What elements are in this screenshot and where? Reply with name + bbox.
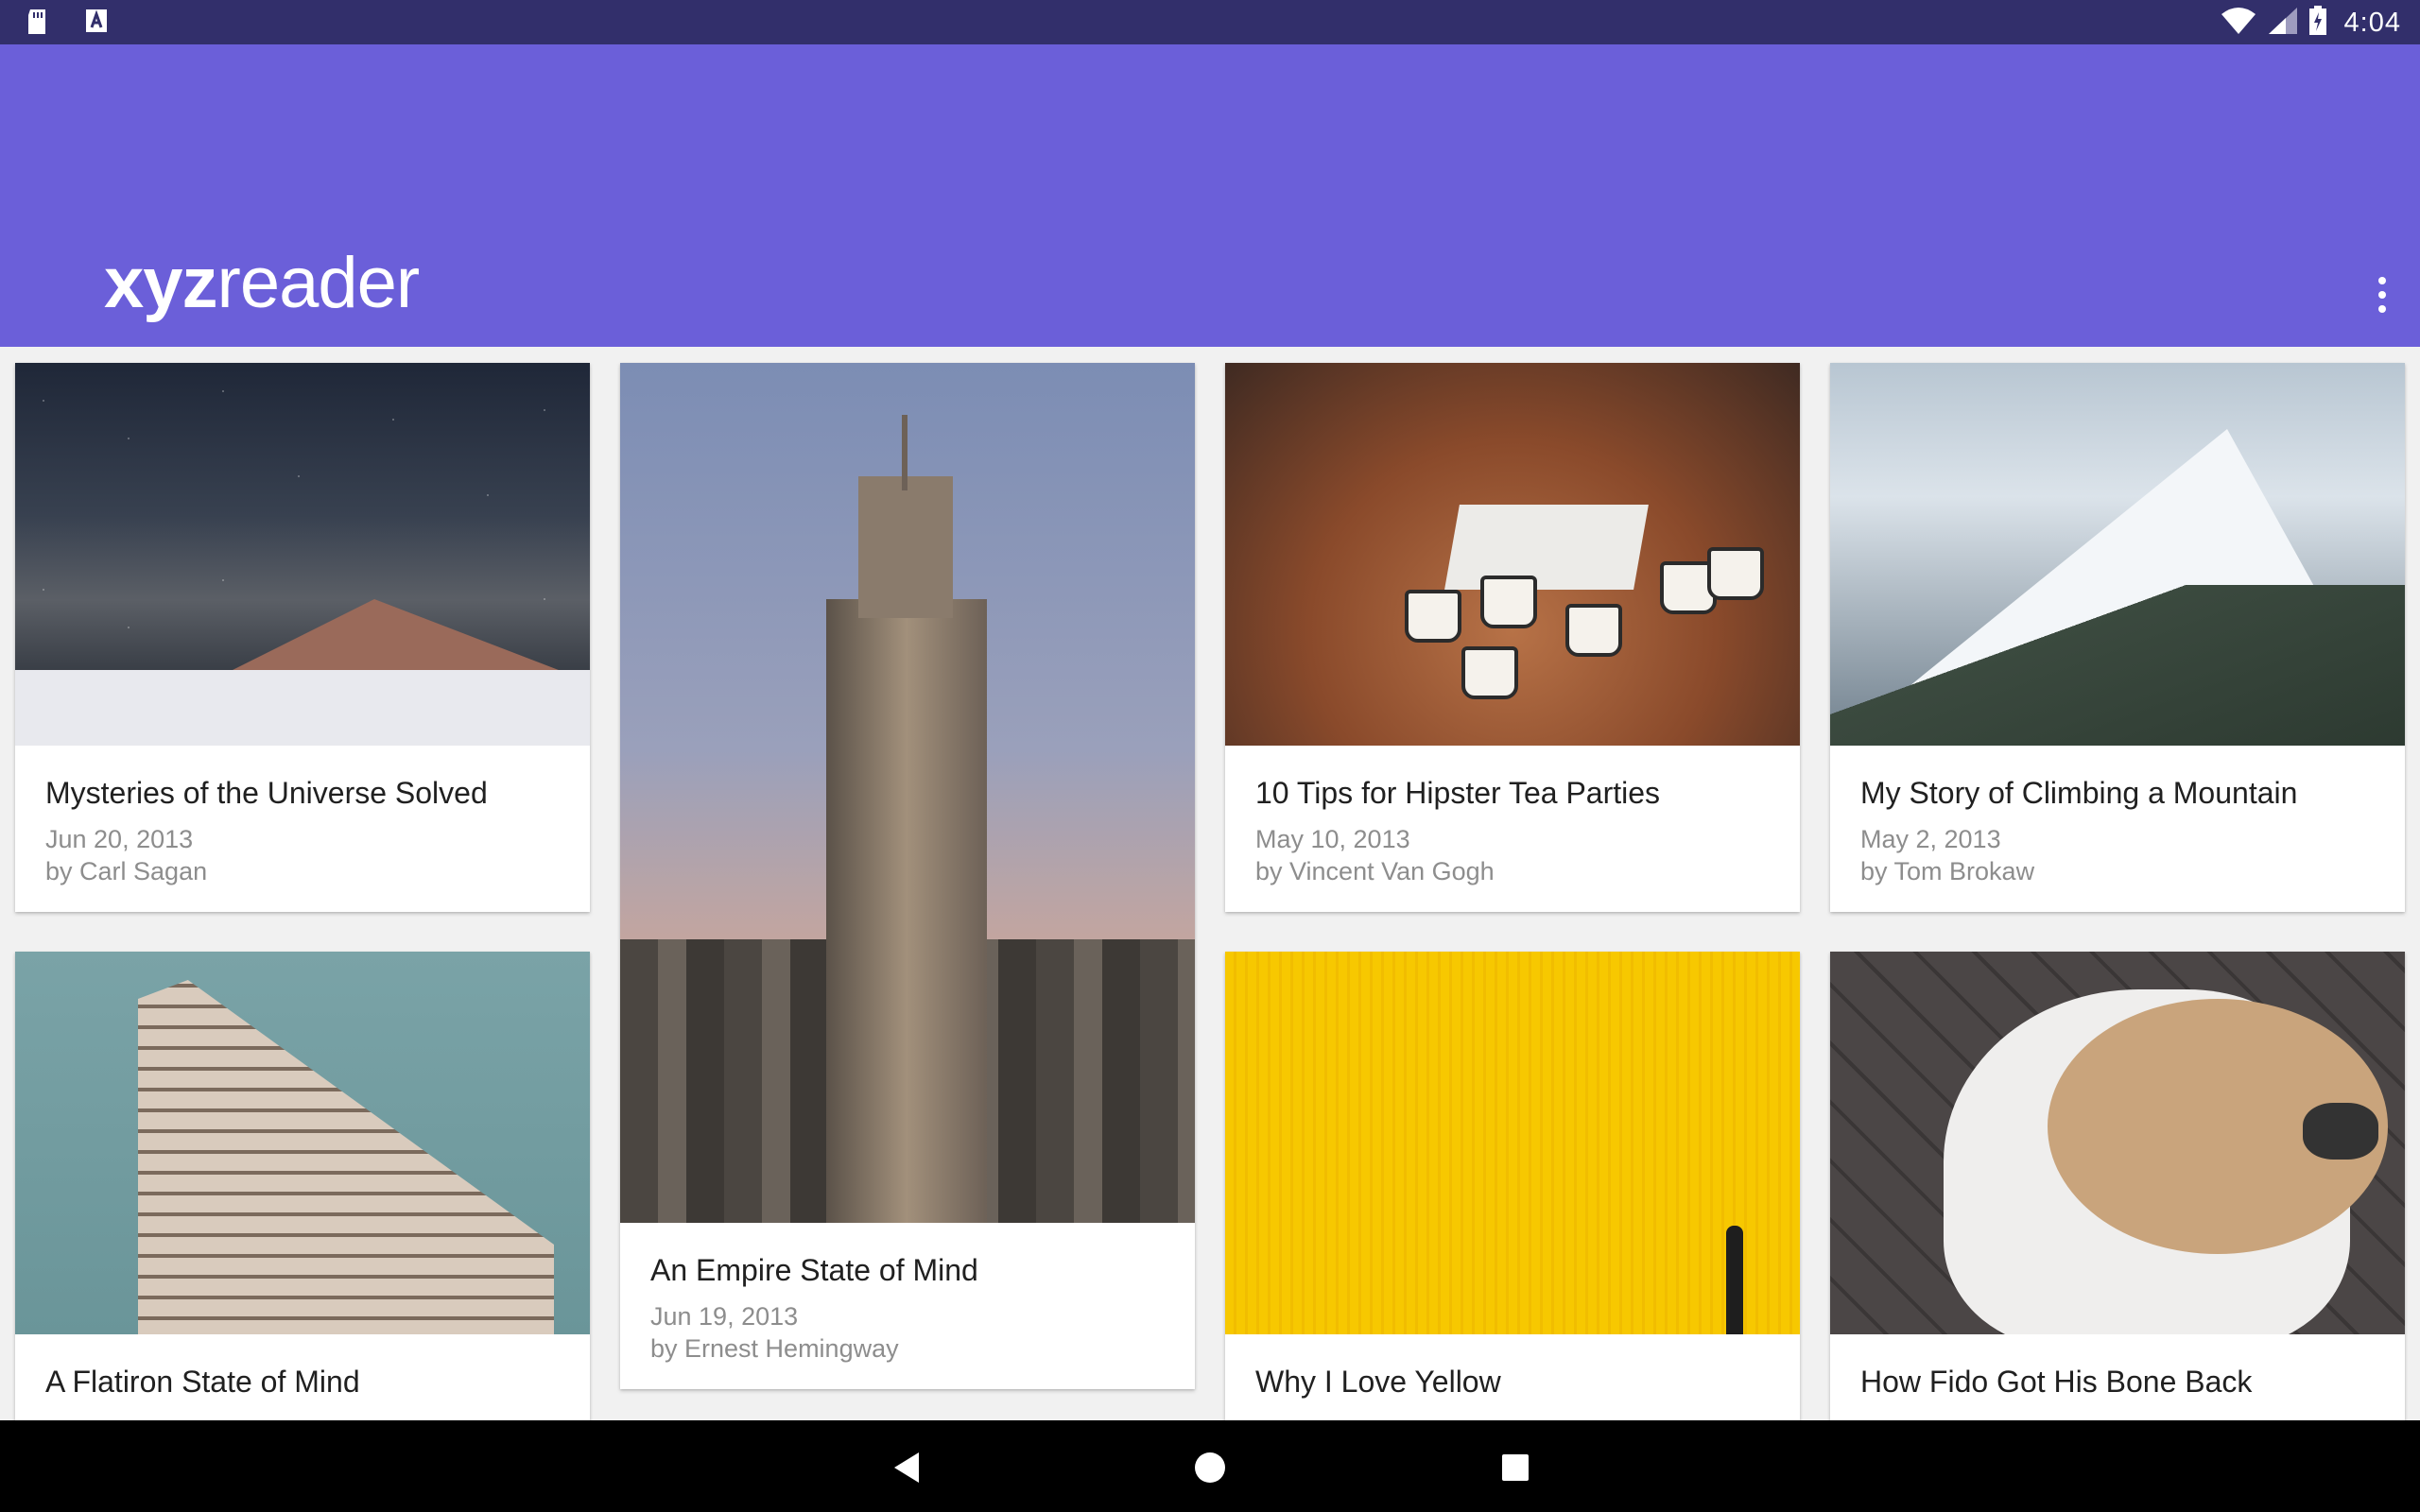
article-grid: Mysteries of the Universe Solved Jun 20,… xyxy=(0,347,2420,1420)
wifi-icon xyxy=(2220,7,2257,40)
article-thumbnail xyxy=(15,363,590,746)
article-author: by Carl Sagan xyxy=(45,856,208,885)
article-author: by Ernest Hemingway xyxy=(650,1333,899,1363)
article-text: My Story of Climbing a Mountain May 2, 2… xyxy=(1830,746,2405,912)
text-input-icon xyxy=(85,8,108,41)
article-title: My Story of Climbing a Mountain xyxy=(1860,776,2298,810)
back-icon[interactable] xyxy=(889,1449,926,1486)
article-title: 10 Tips for Hipster Tea Parties xyxy=(1255,776,1661,810)
more-vert-icon[interactable] xyxy=(2363,266,2401,323)
home-icon[interactable] xyxy=(1191,1449,1229,1486)
article-author: by Vincent Van Gogh xyxy=(1255,856,1495,885)
article-title: Mysteries of the Universe Solved xyxy=(45,776,488,810)
article-title: How Fido Got His Bone Back xyxy=(1860,1365,2253,1399)
article-title: An Empire State of Mind xyxy=(650,1253,978,1287)
status-left-icons xyxy=(25,8,108,41)
article-card[interactable]: A Flatiron State of Mind xyxy=(15,952,590,1420)
article-text: Mysteries of the Universe Solved Jun 20,… xyxy=(15,746,590,912)
logo-xyz: xyz xyxy=(104,243,218,323)
article-card[interactable]: How Fido Got His Bone Back xyxy=(1830,952,2405,1420)
article-text: An Empire State of Mind Jun 19, 2013 by … xyxy=(620,1223,1195,1389)
article-date: Jun 20, 2013 xyxy=(45,824,194,853)
article-date: Jun 19, 2013 xyxy=(650,1301,799,1331)
status-bar: 4:04 xyxy=(0,0,2420,44)
article-title: Why I Love Yellow xyxy=(1255,1365,1501,1399)
article-thumbnail xyxy=(620,363,1195,1223)
article-text: How Fido Got His Bone Back xyxy=(1830,1334,2405,1420)
navigation-bar xyxy=(0,1420,2420,1512)
article-card[interactable]: An Empire State of Mind Jun 19, 2013 by … xyxy=(620,363,1195,1390)
article-thumbnail xyxy=(1830,363,2405,746)
article-date: May 2, 2013 xyxy=(1860,824,2001,853)
logo-reader: reader xyxy=(216,243,421,323)
article-thumbnail xyxy=(1225,363,1800,746)
article-card[interactable]: Why I Love Yellow xyxy=(1225,952,1800,1420)
sd-card-icon xyxy=(25,8,49,41)
app-logo: xyzreader xyxy=(104,248,420,319)
article-thumbnail xyxy=(1830,952,2405,1334)
status-right-icons: 4:04 xyxy=(2220,6,2401,41)
status-time: 4:04 xyxy=(2343,8,2401,38)
article-title: A Flatiron State of Mind xyxy=(45,1365,360,1399)
signal-icon xyxy=(2267,7,2299,40)
app-bar: xyzreader xyxy=(0,44,2420,347)
article-card[interactable]: Mysteries of the Universe Solved Jun 20,… xyxy=(15,363,590,913)
article-text: A Flatiron State of Mind xyxy=(15,1334,590,1420)
article-card[interactable]: 10 Tips for Hipster Tea Parties May 10, … xyxy=(1225,363,1800,913)
article-thumbnail xyxy=(15,952,590,1334)
article-card[interactable]: My Story of Climbing a Mountain May 2, 2… xyxy=(1830,363,2405,913)
article-date: May 10, 2013 xyxy=(1255,824,1410,853)
article-text: Why I Love Yellow xyxy=(1225,1334,1800,1420)
article-text: 10 Tips for Hipster Tea Parties May 10, … xyxy=(1225,746,1800,912)
recents-icon[interactable] xyxy=(1496,1449,1534,1486)
article-author: by Tom Brokaw xyxy=(1860,856,2035,885)
article-thumbnail xyxy=(1225,952,1800,1334)
battery-charging-icon xyxy=(2308,6,2327,41)
